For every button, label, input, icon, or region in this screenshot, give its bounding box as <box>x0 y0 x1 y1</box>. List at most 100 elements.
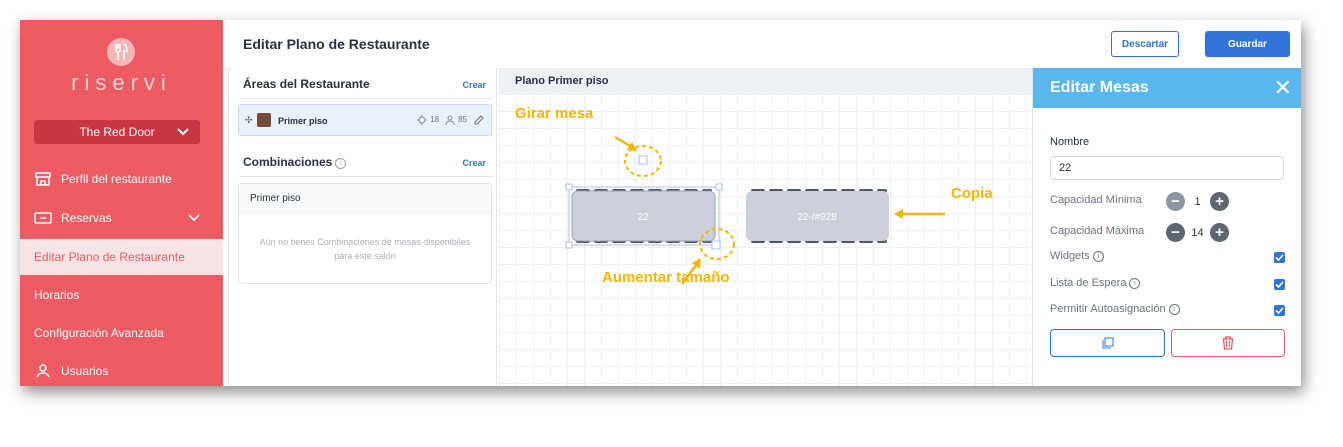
combinations-title: Combinaciones i <box>243 155 347 169</box>
sidebar-item-configuracion[interactable]: Configuración Avanzada <box>20 315 223 351</box>
combination-empty-message: Aún no tienes Combinaciones de mesas dis… <box>259 237 471 261</box>
chevron-down-icon <box>177 128 189 136</box>
table-label: 22 <box>637 212 649 223</box>
area-thumbnail <box>257 113 271 127</box>
canvas-title: Plano Primer piso <box>515 75 609 87</box>
storefront-icon <box>35 172 51 186</box>
divider <box>239 98 493 99</box>
user-icon <box>36 364 50 378</box>
discard-button[interactable]: Descartar <box>1111 31 1179 57</box>
create-area-link[interactable]: Crear <box>462 80 486 90</box>
areas-panel: Áreas del Restaurante Crear ✣ Primer pis… <box>228 68 497 386</box>
trash-icon <box>1222 336 1234 350</box>
waitlist-checkbox[interactable] <box>1274 279 1285 290</box>
combination-box-title: Primer piso <box>239 184 491 213</box>
sidebar-item-label: Horarios <box>34 288 80 302</box>
combinations-title-text: Combinaciones <box>243 155 333 169</box>
restaurant-select-label: The Red Door <box>79 125 155 139</box>
edit-panel-title: Editar Mesas <box>1050 79 1149 96</box>
delete-table-button[interactable] <box>1171 329 1285 357</box>
increment-button[interactable]: + <box>1210 223 1229 242</box>
waitlist-label: Lista de Espera i <box>1050 277 1141 289</box>
sidebar-item-horarios[interactable]: Horarios <box>20 277 223 313</box>
max-capacity-stepper: − 14 + <box>1166 223 1229 242</box>
ticket-icon <box>34 212 52 224</box>
save-button[interactable]: Guardar <box>1205 31 1290 57</box>
sidebar-item-perfil[interactable]: Perfil del restaurante <box>20 161 223 197</box>
close-icon[interactable]: ✕ <box>1274 75 1292 101</box>
widgets-checkbox[interactable] <box>1274 252 1285 263</box>
autoassign-label: Permitir Autoasignación i <box>1050 303 1180 315</box>
page-title: Editar Plano de Restaurante <box>243 36 430 52</box>
table-icon <box>417 114 428 125</box>
decrement-button[interactable]: − <box>1166 223 1185 242</box>
person-icon <box>445 115 455 125</box>
name-input[interactable] <box>1050 156 1284 180</box>
area-table-count: 18 <box>430 115 440 124</box>
area-name: Primer piso <box>278 116 328 126</box>
check-icon <box>1275 307 1284 315</box>
canvas-header: Plano Primer piso <box>499 68 1032 95</box>
edit-icon[interactable] <box>474 114 485 125</box>
create-combination-link[interactable]: Crear <box>462 158 486 168</box>
sidebar-item-label: Reservas <box>61 211 112 225</box>
sidebar-item-label: Configuración Avanzada <box>34 326 164 340</box>
floor-plan-overlay: 22 22-/#928 <box>565 135 945 285</box>
app-window: riservi The Red Door Perfil del restaura… <box>20 20 1301 386</box>
copy-table-button[interactable] <box>1050 329 1165 357</box>
annotation-resize: Aumentar tamaño <box>602 269 730 286</box>
sidebar-item-editar-plano[interactable]: Editar Plano de Restaurante <box>20 239 223 275</box>
min-capacity-value: 1 <box>1194 195 1201 208</box>
selection-handle[interactable] <box>715 183 723 191</box>
table-copy[interactable]: 22-/#928 <box>746 189 889 243</box>
area-item[interactable]: ✣ Primer piso 18 85 <box>238 104 492 136</box>
area-capacity: 85 <box>458 115 467 124</box>
table-label: 22-/#928 <box>797 212 837 223</box>
waitlist-label-text: Lista de Espera <box>1050 277 1127 289</box>
rotate-handle[interactable] <box>638 155 648 165</box>
divider <box>228 68 229 386</box>
info-icon[interactable]: i <box>335 158 347 169</box>
copy-icon <box>1102 337 1113 349</box>
restaurant-select[interactable]: The Red Door <box>34 120 200 144</box>
increment-button[interactable]: + <box>1210 192 1229 211</box>
autoassign-checkbox[interactable] <box>1274 305 1285 316</box>
selection-handle[interactable] <box>565 183 573 191</box>
sidebar-item-label: Usuarios <box>61 364 109 378</box>
sidebar-item-reservas[interactable]: Reservas <box>20 200 223 236</box>
edit-table-panel: Editar Mesas ✕ Nombre Capacidad Mínima −… <box>1032 68 1301 386</box>
check-icon <box>1275 254 1284 262</box>
autoassign-label-text: Permitir Autoasignación <box>1050 303 1166 315</box>
divider <box>239 176 493 177</box>
sidebar-item-usuarios[interactable]: Usuarios <box>20 353 223 386</box>
sidebar-item-label: Editar Plano de Restaurante <box>34 250 185 264</box>
max-capacity-value: 14 <box>1191 226 1204 239</box>
annotation-rotate: Girar mesa <box>515 105 594 122</box>
drag-handle-icon[interactable]: ✣ <box>245 115 253 126</box>
logo-icon <box>107 38 135 66</box>
sidebar-item-label: Perfil del restaurante <box>61 172 172 186</box>
widgets-label-text: Widgets <box>1050 250 1090 262</box>
brand-name: riservi <box>71 70 172 95</box>
min-capacity-stepper: − 1 + <box>1166 192 1229 211</box>
check-icon <box>1275 281 1284 289</box>
info-icon[interactable]: i <box>1168 304 1180 315</box>
max-capacity-label: Capacidad Máxima <box>1050 225 1145 237</box>
decrement-button[interactable]: − <box>1166 192 1185 211</box>
annotation-copy: Copia <box>951 185 993 202</box>
combination-box: Primer piso Aún no tienes Combinaciones … <box>238 183 492 284</box>
table-22[interactable]: 22 <box>565 183 723 249</box>
edit-panel-header: Editar Mesas ✕ <box>1033 68 1301 108</box>
resize-handle[interactable] <box>711 240 721 250</box>
chevron-down-icon <box>188 214 200 222</box>
min-capacity-label: Capacidad Mínima <box>1050 194 1142 206</box>
areas-title: Áreas del Restaurante <box>243 77 370 91</box>
name-label: Nombre <box>1050 136 1090 148</box>
widgets-label: Widgets i <box>1050 250 1104 262</box>
page-header: Editar Plano de Restaurante Descartar Gu… <box>223 20 1301 69</box>
area-stats: 18 85 <box>417 114 485 125</box>
info-icon[interactable]: i <box>1129 278 1141 289</box>
sidebar: riservi The Red Door Perfil del restaura… <box>20 20 223 386</box>
selection-handle[interactable] <box>565 241 573 249</box>
info-icon[interactable]: i <box>1092 251 1104 262</box>
